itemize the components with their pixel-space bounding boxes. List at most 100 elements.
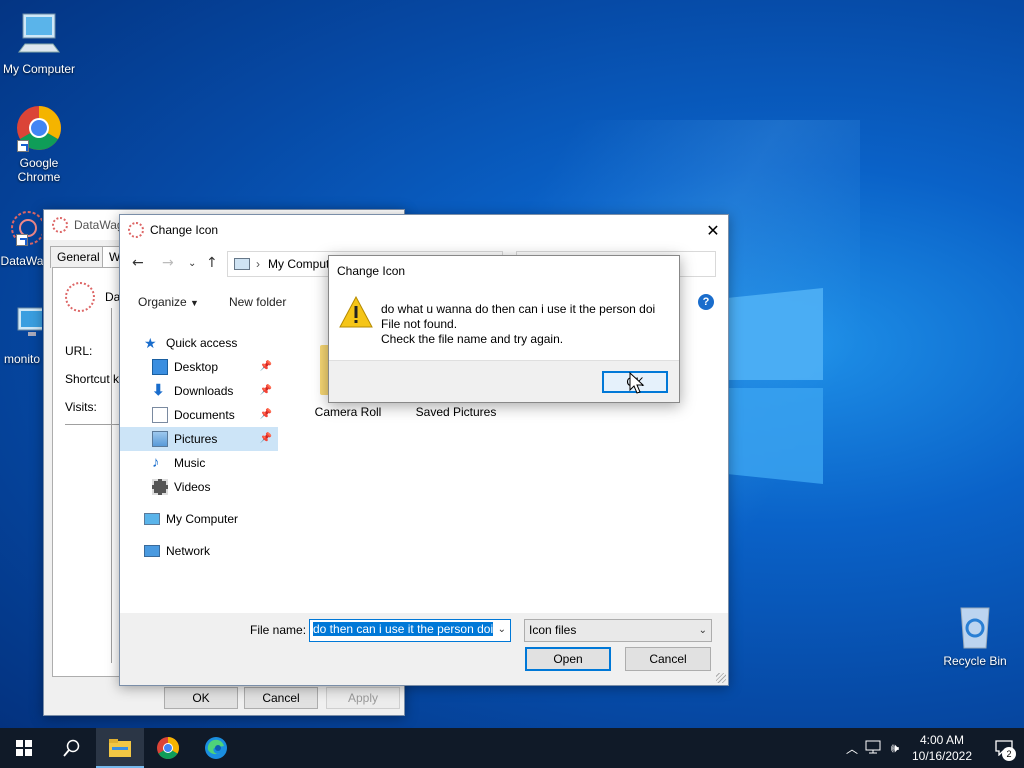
chrome-icon <box>15 104 63 152</box>
message-body: do what u wanna do then can i use it the… <box>329 286 679 362</box>
message-title: Change Icon <box>337 264 406 278</box>
clock[interactable]: 4:00 AM 10/16/2022 <box>906 732 978 764</box>
desktop-icon-my-computer[interactable]: My Computer <box>0 10 78 76</box>
nav-desktop[interactable]: Desktop 📌 <box>120 355 278 379</box>
panel-border <box>111 308 112 663</box>
recycle-bin-icon <box>951 602 999 650</box>
open-button[interactable]: Open <box>525 647 611 671</box>
shortcut-arrow-icon <box>16 234 28 246</box>
file-type-select[interactable]: Icon files ⌄ <box>524 619 712 642</box>
close-icon[interactable]: ✕ <box>698 215 728 245</box>
desktop-icon-datawag[interactable]: DataWa <box>0 206 45 268</box>
new-folder-button[interactable]: New folder <box>229 295 286 309</box>
error-message-box[interactable]: Change Icon do what u wanna do then can … <box>328 255 680 403</box>
clock-time: 4:00 AM <box>919 733 965 747</box>
dialog-title: Change Icon <box>150 223 219 237</box>
chevron-down-icon[interactable]: ⌄ <box>699 625 707 636</box>
visits-label: Visits: <box>65 400 97 414</box>
nav-label: Desktop <box>174 360 219 374</box>
desktop-icon-recycle-bin[interactable]: Recycle Bin <box>936 602 1014 668</box>
film-icon <box>152 479 168 495</box>
button-label: Cancel <box>649 652 687 666</box>
desktop-icon-label: Recycle Bin <box>943 654 1007 668</box>
nav-network[interactable]: Network <box>120 539 278 563</box>
nav-documents[interactable]: Documents 📌 <box>120 403 278 427</box>
url-label: URL: <box>65 344 93 358</box>
cancel-button[interactable]: Cancel <box>625 647 711 671</box>
edge-icon <box>205 737 227 759</box>
forward-icon[interactable]: → <box>162 255 174 271</box>
pin-icon[interactable]: 📌 <box>260 409 272 420</box>
folder-icon <box>109 739 131 757</box>
star-icon: ★ <box>144 335 157 351</box>
address-text: My Comput <box>268 257 330 271</box>
nav-quick-access[interactable]: ★ Quick access <box>120 331 278 355</box>
network-icon[interactable] <box>862 740 884 757</box>
message-line: File not found. <box>381 317 458 331</box>
download-arrow-icon: ⬇ <box>152 382 165 399</box>
taskbar-chrome[interactable] <box>144 728 192 768</box>
windows-start-icon <box>16 740 32 756</box>
back-icon[interactable]: ← <box>132 255 144 271</box>
divider <box>65 424 125 425</box>
organize-button[interactable]: Organize ▼ <box>138 295 199 309</box>
notification-center-button[interactable]: 2 <box>984 728 1024 768</box>
desktop-icon-google-chrome[interactable]: Google Chrome <box>0 104 78 184</box>
help-icon[interactable]: ? <box>698 294 714 310</box>
message-line: do what u wanna do then can i use it the… <box>381 302 656 316</box>
nav-label: Quick access <box>166 336 238 350</box>
notification-badge: 2 <box>1002 747 1016 761</box>
computer-icon <box>234 258 250 270</box>
system-tray: ︿ 🕪 4:00 AM 10/16/2022 2 <box>842 728 1024 768</box>
start-button[interactable] <box>0 728 48 768</box>
datawag-icon <box>52 217 68 233</box>
apply-button[interactable]: Apply <box>326 687 400 709</box>
button-label: Apply <box>347 691 379 705</box>
search-button[interactable] <box>48 728 96 768</box>
file-name-input[interactable]: do then can i use it the person doi ⌄ <box>309 619 511 642</box>
taskbar-file-explorer[interactable] <box>96 728 144 768</box>
file-name-value: do then can i use it the person doi <box>313 622 493 636</box>
nav-videos[interactable]: Videos <box>120 475 278 499</box>
warning-icon <box>339 296 373 328</box>
desktop-folder-icon <box>152 359 168 375</box>
file-type-value: Icon files <box>529 623 577 637</box>
tab-label: General <box>57 250 100 264</box>
up-icon[interactable]: ↑ <box>206 255 218 271</box>
nav-label: Pictures <box>174 432 218 446</box>
button-label: Organize <box>138 295 187 309</box>
chevron-down-icon[interactable]: ⌄ <box>498 624 506 635</box>
nav-pictures[interactable]: Pictures 📌 <box>120 427 278 451</box>
caret-down-icon: ▼ <box>190 298 199 308</box>
pin-icon[interactable]: 📌 <box>260 361 272 372</box>
volume-icon[interactable]: 🕪 <box>884 740 906 756</box>
dialog-titlebar[interactable]: Change Icon <box>120 215 728 245</box>
search-icon <box>63 739 80 757</box>
taskbar-edge[interactable] <box>192 728 240 768</box>
message-titlebar[interactable]: Change Icon <box>329 256 679 286</box>
nav-my-computer[interactable]: My Computer <box>120 507 278 531</box>
chevron-up-icon[interactable]: ︿ <box>842 740 862 757</box>
message-footer: OK <box>329 360 679 402</box>
nav-label: Videos <box>174 480 211 494</box>
nav-label: Downloads <box>174 384 234 398</box>
message-line: Check the file name and try again. <box>381 332 564 346</box>
mouse-cursor-icon <box>629 372 645 394</box>
pin-icon[interactable]: 📌 <box>260 433 272 444</box>
nav-downloads[interactable]: ⬇ Downloads 📌 <box>120 379 278 403</box>
pin-icon[interactable]: 📌 <box>260 385 272 396</box>
recent-chevron-icon[interactable]: ⌄ <box>188 258 196 269</box>
clock-date: 10/16/2022 <box>911 749 973 763</box>
monitor-icon <box>15 10 63 58</box>
tab-general[interactable]: General <box>50 246 107 268</box>
properties-title: DataWag <box>74 218 124 232</box>
resize-grip-icon[interactable] <box>716 673 726 683</box>
button-label: Cancel <box>262 691 300 705</box>
cancel-button[interactable]: Cancel <box>244 687 318 709</box>
desktop-icon-label: DataWa <box>0 254 44 268</box>
folder-label: Saved Pictures <box>415 405 497 419</box>
desktop-icon-monitor[interactable]: monito <box>0 304 47 366</box>
ok-button[interactable]: OK <box>164 687 238 709</box>
pictures-icon <box>152 431 168 447</box>
nav-music[interactable]: ♪ Music <box>120 451 278 475</box>
